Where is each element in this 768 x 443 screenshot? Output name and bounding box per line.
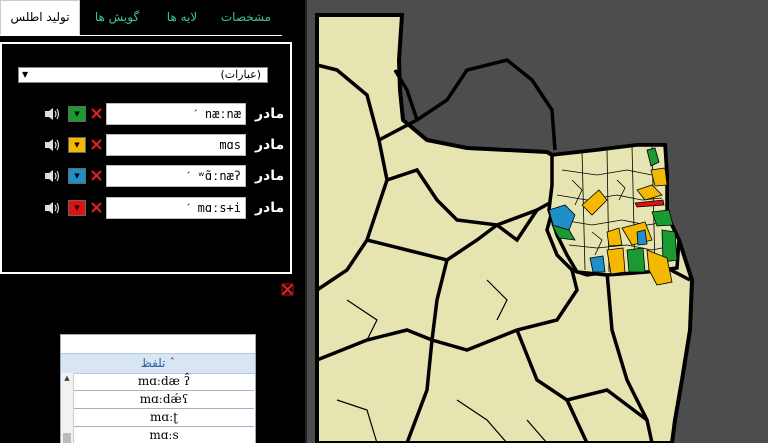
color-picker[interactable]: ▼ (68, 137, 86, 153)
speaker-icon[interactable] (44, 138, 62, 152)
color-dropdown-icon[interactable]: ▼ (69, 138, 85, 152)
word-label: مادر (255, 200, 285, 216)
list-scrollbar[interactable]: ▲ (61, 373, 74, 443)
tab-bar: تولید اطلس گویش ها لایه ها مشخصات (0, 0, 282, 36)
word-label: مادر (255, 106, 285, 122)
expression-select[interactable]: (عبارات) ▼ (18, 67, 268, 83)
scroll-thumb[interactable] (63, 433, 71, 443)
pronunciation-item[interactable]: mɑːs (74, 427, 254, 443)
delete-icon[interactable] (90, 107, 103, 120)
word-label: مادر (255, 168, 285, 184)
speaker-icon[interactable] (44, 107, 62, 121)
token-input[interactable]: ˊ næːnæ (106, 103, 246, 125)
delete-all-icon[interactable] (281, 283, 294, 296)
token-row: ▼ mɑs مادر (0, 134, 300, 158)
color-dropdown-icon[interactable]: ▼ (69, 201, 85, 215)
tab-layers[interactable]: لایه ها (152, 0, 212, 35)
color-dropdown-icon[interactable]: ▼ (69, 107, 85, 121)
pronunciation-item[interactable]: mɑːdæ ʔ̂ (74, 373, 254, 391)
token-input[interactable]: mɑs (106, 134, 246, 156)
pronunciation-item[interactable]: mɑːdǽʕ (74, 391, 254, 409)
token-input[interactable]: ˊ ʷɑ̃ːnæʔ (106, 165, 246, 187)
dropdown-arrow-icon[interactable]: ▼ (22, 68, 28, 82)
delete-icon[interactable] (90, 201, 103, 214)
delete-icon[interactable] (90, 138, 103, 151)
delete-icon[interactable] (90, 169, 103, 182)
expression-select-value: (عبارات) (220, 68, 261, 81)
pronunciation-header[interactable]: تلفظ ˆ (61, 353, 255, 374)
pronunciation-list: تلفظ ˆ ▲ mɑːdæ ʔ̂ mɑːdǽʕ mɑːʈ mɑːs (60, 334, 256, 443)
dialect-map[interactable] (307, 0, 768, 443)
color-dropdown-icon[interactable]: ▼ (69, 169, 85, 183)
tab-generate-atlas[interactable]: تولید اطلس (0, 0, 80, 35)
scroll-up-icon[interactable]: ▲ (61, 373, 73, 384)
map-view[interactable] (307, 0, 768, 443)
pronunciation-item[interactable]: mɑːʈ (74, 409, 254, 427)
speaker-icon[interactable] (44, 201, 62, 215)
color-picker[interactable]: ▼ (68, 168, 86, 184)
tab-properties[interactable]: مشخصات (212, 0, 280, 35)
color-picker[interactable]: ▼ (68, 106, 86, 122)
tab-dialects[interactable]: گویش ها (82, 0, 152, 35)
speaker-icon[interactable] (44, 169, 62, 183)
word-label: مادر (255, 137, 285, 153)
token-row: ▼ ˊ mɑːs+i مادر (0, 197, 300, 221)
token-row: ▼ ˊ ʷɑ̃ːnæʔ مادر (0, 165, 300, 189)
color-picker[interactable]: ▼ (68, 200, 86, 216)
token-row: ▼ ˊ næːnæ مادر (0, 103, 300, 127)
token-input[interactable]: ˊ mɑːs+i (106, 197, 246, 219)
atlas-panel: تولید اطلس گویش ها لایه ها مشخصات (عبارا… (0, 0, 305, 443)
